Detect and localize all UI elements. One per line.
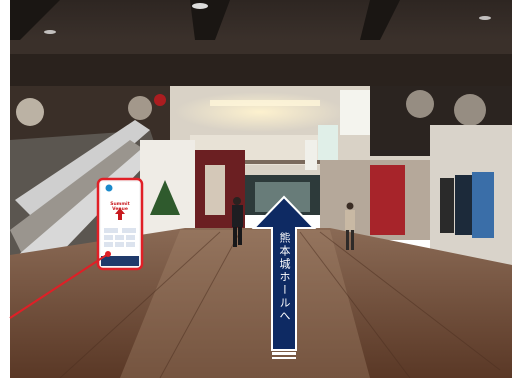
standee-footer-band (101, 256, 139, 266)
right-decoration-2 (454, 94, 486, 126)
ceiling-band (10, 54, 512, 86)
atrium-light-strip (210, 100, 320, 106)
right-decoration-1 (406, 90, 434, 118)
display-screen-3 (440, 178, 454, 233)
hanging-banner-mid (318, 125, 338, 160)
shop-red-panel (370, 165, 405, 235)
standee-logo-icon (105, 184, 113, 192)
direction-arrow-underline-2 (272, 357, 296, 359)
ceiling-soffit (10, 40, 512, 54)
display-screen-2 (472, 172, 494, 238)
hanging-banner-right (340, 90, 370, 135)
ceiling-light-2 (44, 30, 56, 34)
standee-title: Summit Venue (110, 202, 130, 212)
hanging-banner-small (305, 140, 317, 170)
shop-window (205, 165, 225, 215)
left-decoration-1 (16, 98, 44, 126)
direction-arrow-underline-1 (272, 352, 296, 355)
ceiling-light-3 (479, 16, 491, 20)
ceiling-light-1 (192, 3, 208, 9)
callout-anchor-dot (105, 251, 111, 257)
photo-scene: Summit Venue 熊本城ホールへ (0, 0, 512, 378)
direction-arrow-label: 熊本城ホールへ (278, 232, 291, 323)
left-decoration-red (154, 94, 166, 106)
concourse-photo (0, 0, 512, 378)
left-decoration-2 (128, 96, 152, 120)
